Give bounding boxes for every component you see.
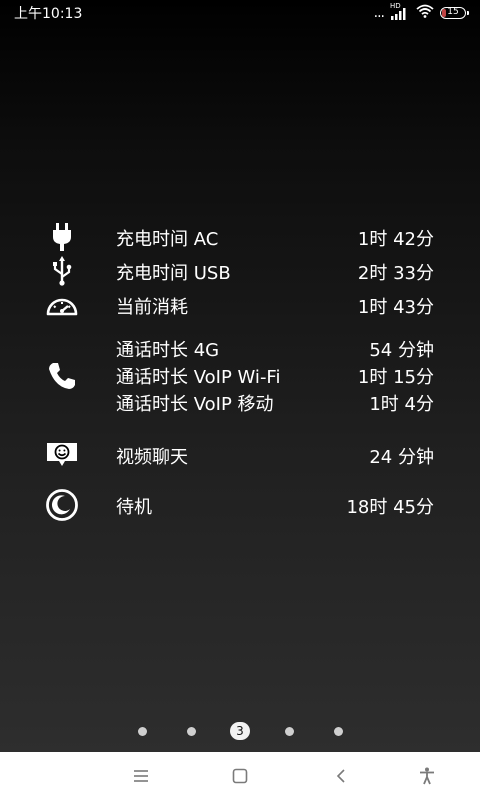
stat-label: 待机: [116, 497, 152, 518]
battery-usage-screen: 上午10:13 ... HD 15 充电时间 AC 1时 42分 充电时间 US…: [0, 0, 480, 800]
page-dot-active[interactable]: 3: [230, 722, 250, 740]
moon-icon: [40, 486, 84, 524]
stat-label: 通话时长 4G: [116, 340, 220, 361]
stat-value: 1时 15分: [357, 367, 434, 388]
stat-value: 54 分钟: [369, 340, 434, 361]
status-time: 上午10:13: [14, 6, 83, 22]
talk-time-lines: 通话时长 4G 54 分钟 通话时长 VoIP Wi-Fi 1时 15分 通话时…: [0, 334, 480, 415]
video-chat-icon: [40, 436, 84, 474]
menu-icon[interactable]: [129, 764, 153, 788]
stat-label: 当前消耗: [116, 297, 188, 318]
stat-row-standby: 待机 18时 45分: [0, 486, 480, 524]
stat-row-video-chat: 视频聊天 24 分钟: [0, 436, 480, 474]
page-dot-2[interactable]: [187, 727, 196, 736]
plug-icon: [40, 220, 84, 254]
stat-label: 通话时长 VoIP Wi-Fi: [116, 367, 281, 388]
stat-label: 充电时间 USB: [116, 263, 231, 284]
stat-value: 1时 4分: [369, 394, 434, 415]
hd-signal-icon: HD: [390, 2, 410, 20]
stat-value: 1时 43分: [357, 297, 434, 318]
stat-line-talk-voip-wifi: 通话时长 VoIP Wi-Fi 1时 15分: [0, 361, 480, 388]
status-bar: 上午10:13 ... HD 15: [0, 0, 480, 26]
stat-label: 充电时间 AC: [116, 229, 219, 250]
page-indicator: 3: [0, 722, 480, 742]
back-icon[interactable]: [329, 764, 353, 788]
battery-fill: [442, 9, 446, 17]
battery-level: 15: [447, 7, 459, 17]
stat-label: 视频聊天: [116, 447, 188, 468]
stat-row-charge-ac: 充电时间 AC 1时 42分: [0, 220, 480, 254]
dots-icon: ...: [373, 5, 385, 21]
wifi-icon: [416, 4, 434, 22]
stat-line-talk-voip-mobile: 通话时长 VoIP 移动 1时 4分: [0, 388, 480, 415]
home-icon[interactable]: [228, 764, 252, 788]
stat-row-current-usage: 当前消耗 1时 43分: [0, 288, 480, 322]
page-dot-1[interactable]: [138, 727, 147, 736]
stat-label: 通话时长 VoIP 移动: [116, 394, 274, 415]
speedometer-icon: [40, 288, 84, 322]
usage-stats: 充电时间 AC 1时 42分 充电时间 USB 2时 33分 当前消耗 1时 4…: [0, 220, 480, 524]
page-dot-4[interactable]: [285, 727, 294, 736]
stat-value: 2时 33分: [357, 263, 434, 284]
stat-line-talk-4g: 通话时长 4G 54 分钟: [0, 334, 480, 361]
usb-icon: [40, 254, 84, 288]
status-icons: ... HD 15: [373, 2, 469, 22]
stat-value: 18时 45分: [346, 497, 434, 518]
page-dot-5[interactable]: [334, 727, 343, 736]
stat-value: 1时 42分: [357, 229, 434, 250]
accessibility-icon[interactable]: [415, 764, 439, 788]
stat-value: 24 分钟: [369, 447, 434, 468]
navigation-bar: [0, 752, 480, 800]
stat-group-talk-time: 通话时长 4G 54 分钟 通话时长 VoIP Wi-Fi 1时 15分 通话时…: [0, 334, 480, 418]
stat-row-charge-usb: 充电时间 USB 2时 33分: [0, 254, 480, 288]
battery-icon: 15: [440, 7, 469, 19]
